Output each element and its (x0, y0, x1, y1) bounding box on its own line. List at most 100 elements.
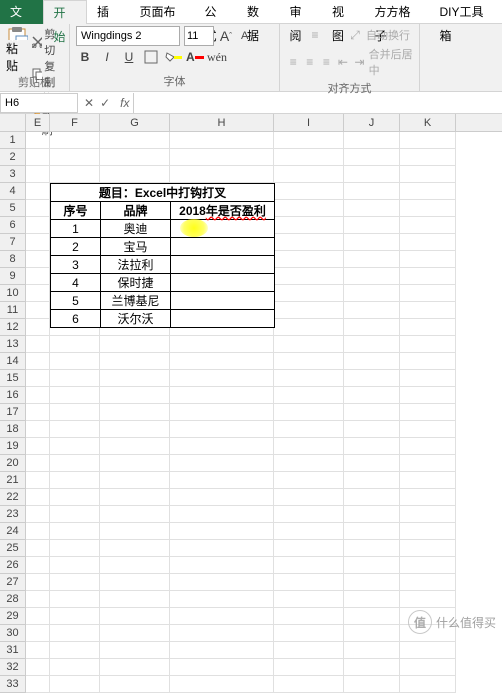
table-cell[interactable] (171, 220, 275, 238)
cell[interactable] (400, 489, 456, 506)
fx-icon[interactable]: fx (116, 96, 133, 110)
row-header[interactable]: 16 (0, 387, 26, 404)
row-header[interactable]: 4 (0, 183, 26, 200)
cell[interactable] (26, 149, 50, 166)
cell[interactable] (344, 523, 400, 540)
cell[interactable] (100, 132, 170, 149)
cell[interactable] (170, 404, 274, 421)
cell[interactable] (170, 506, 274, 523)
cell[interactable] (26, 285, 50, 302)
cell[interactable] (50, 455, 100, 472)
table-cell[interactable]: 沃尔沃 (101, 310, 171, 328)
cell[interactable] (400, 523, 456, 540)
table-header-no[interactable]: 序号 (51, 202, 101, 220)
cell[interactable] (26, 676, 50, 693)
font-color-button[interactable]: A (186, 48, 204, 66)
col-header[interactable]: I (274, 114, 344, 131)
table-cell[interactable] (171, 274, 275, 292)
phonetic-button[interactable]: wén (208, 48, 226, 66)
cell[interactable] (100, 421, 170, 438)
align-right-button[interactable]: ≡ (319, 53, 334, 71)
row-header[interactable]: 28 (0, 591, 26, 608)
cell[interactable] (344, 404, 400, 421)
cell[interactable] (26, 625, 50, 642)
cell[interactable] (170, 659, 274, 676)
tab-insert[interactable]: 插入 (87, 0, 130, 24)
cell[interactable] (26, 183, 50, 200)
cell[interactable] (274, 421, 344, 438)
confirm-formula-icon[interactable]: ✓ (100, 96, 110, 110)
cell[interactable] (400, 540, 456, 557)
cell[interactable] (274, 268, 344, 285)
wrap-text-button[interactable]: 自动换行 (366, 27, 410, 43)
cell[interactable] (400, 319, 456, 336)
cell[interactable] (274, 557, 344, 574)
row-header[interactable]: 7 (0, 234, 26, 251)
cell[interactable] (344, 625, 400, 642)
cell[interactable] (274, 574, 344, 591)
cell[interactable] (50, 404, 100, 421)
table-cell[interactable]: 3 (51, 256, 101, 274)
cell[interactable] (400, 336, 456, 353)
merge-center-button[interactable]: 合并后居中 (369, 46, 413, 78)
cell[interactable] (170, 625, 274, 642)
row-header[interactable]: 25 (0, 540, 26, 557)
cell[interactable] (26, 506, 50, 523)
cell[interactable] (344, 608, 400, 625)
cell[interactable] (170, 591, 274, 608)
cell[interactable] (100, 557, 170, 574)
cell[interactable] (400, 574, 456, 591)
cell[interactable] (274, 387, 344, 404)
cell[interactable] (50, 421, 100, 438)
cell[interactable] (400, 472, 456, 489)
cell[interactable] (344, 489, 400, 506)
row-header[interactable]: 3 (0, 166, 26, 183)
cell[interactable] (50, 642, 100, 659)
cell[interactable] (274, 251, 344, 268)
tab-formulas[interactable]: 公式 (195, 0, 238, 24)
cell[interactable] (274, 132, 344, 149)
cell[interactable] (274, 285, 344, 302)
row-header[interactable]: 31 (0, 642, 26, 659)
row-header[interactable]: 8 (0, 251, 26, 268)
cell[interactable] (26, 438, 50, 455)
cell[interactable] (170, 438, 274, 455)
cell[interactable] (26, 387, 50, 404)
formula-bar[interactable] (133, 93, 502, 113)
tab-home[interactable]: 开始 (43, 0, 88, 24)
cell[interactable] (170, 540, 274, 557)
cell[interactable] (344, 387, 400, 404)
cell[interactable] (344, 438, 400, 455)
cell[interactable] (274, 455, 344, 472)
tab-data[interactable]: 数据 (237, 0, 280, 24)
cell[interactable] (344, 166, 400, 183)
row-header[interactable]: 13 (0, 336, 26, 353)
cell[interactable] (344, 540, 400, 557)
cell[interactable] (26, 302, 50, 319)
align-bottom-button[interactable]: ≡ (326, 26, 344, 44)
cell[interactable] (26, 472, 50, 489)
cell[interactable] (400, 251, 456, 268)
cell[interactable] (26, 353, 50, 370)
underline-button[interactable]: U (120, 48, 138, 66)
col-header[interactable]: H (170, 114, 274, 131)
cell[interactable] (100, 659, 170, 676)
cell[interactable] (344, 574, 400, 591)
row-header[interactable]: 6 (0, 217, 26, 234)
tab-file[interactable]: 文件 (0, 0, 43, 24)
cell[interactable] (26, 319, 50, 336)
cell[interactable] (50, 557, 100, 574)
cell[interactable] (274, 149, 344, 166)
cell[interactable] (26, 268, 50, 285)
cell[interactable] (50, 166, 100, 183)
cell[interactable] (274, 438, 344, 455)
table-cell[interactable]: 2 (51, 238, 101, 256)
cell[interactable] (400, 234, 456, 251)
cell[interactable] (100, 523, 170, 540)
table-cell[interactable]: 法拉利 (101, 256, 171, 274)
table-header-brand[interactable]: 品牌 (101, 202, 171, 220)
row-header[interactable]: 18 (0, 421, 26, 438)
cell[interactable] (170, 149, 274, 166)
cell[interactable] (26, 489, 50, 506)
bold-button[interactable]: B (76, 48, 94, 66)
